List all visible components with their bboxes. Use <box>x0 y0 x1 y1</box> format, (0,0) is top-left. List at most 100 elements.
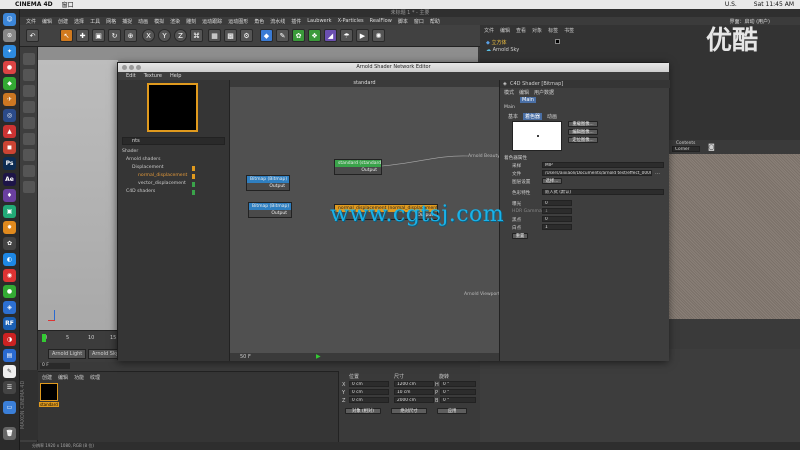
tool-icon[interactable] <box>23 165 35 177</box>
bitmap-node[interactable]: Bitmap (Bitmap) Output <box>246 175 290 191</box>
mode-tab[interactable]: 编辑 <box>519 89 529 96</box>
c4d-menu-item[interactable]: 脚本 <box>398 18 408 25</box>
obj-tab[interactable]: 书签 <box>564 27 574 34</box>
pos-y-field[interactable]: 0 cm <box>349 389 389 395</box>
app5-icon[interactable]: ▣ <box>3 205 16 218</box>
safari-icon[interactable]: ✦ <box>3 45 16 58</box>
scale-icon[interactable]: ▣ <box>92 29 105 42</box>
launchpad-icon[interactable]: ⊙ <box>3 29 16 42</box>
bitmap-node[interactable]: Bitmap (Bitmap) Output <box>248 202 292 218</box>
hdr-gamma-field[interactable]: 1 <box>542 208 572 214</box>
nurbs-icon[interactable]: ✿ <box>292 29 305 42</box>
c4d-menu-item[interactable]: 帮助 <box>430 18 440 25</box>
frame-field[interactable]: 0 F <box>40 363 70 369</box>
obj-tab[interactable]: 查看 <box>516 27 526 34</box>
size-mode-select[interactable]: 绝对尺寸 <box>391 408 427 414</box>
pos-x-field[interactable]: 0 cm <box>349 381 389 387</box>
bitmap-preview[interactable] <box>512 121 562 151</box>
edit-image-button[interactable]: 编辑图像... <box>568 129 598 135</box>
app6-icon[interactable]: ✸ <box>3 221 16 234</box>
tool-icon[interactable] <box>23 85 35 97</box>
standard-node[interactable]: standard (standard) Output <box>334 159 382 175</box>
recent-icon[interactable]: ⊕ <box>124 29 137 42</box>
c4d-menu-item[interactable]: 创建 <box>58 18 68 25</box>
c4d-menu-item[interactable]: 网格 <box>106 18 116 25</box>
ai-app-icon[interactable]: ✈ <box>3 93 16 106</box>
photoshop-icon[interactable]: Ps <box>3 157 16 170</box>
aftereffects-icon[interactable]: Ae <box>3 173 16 186</box>
pos-z-field[interactable]: 0 cm <box>349 397 389 403</box>
c4d-menu-item[interactable]: 工具 <box>90 18 100 25</box>
sub-tab[interactable]: 基本 <box>506 113 520 120</box>
folder-icon[interactable]: ▭ <box>3 401 16 414</box>
coord-system-icon[interactable]: ⌘ <box>190 29 203 42</box>
tool-icon[interactable] <box>23 69 35 81</box>
rot-p-field[interactable]: 0 ° <box>440 389 476 395</box>
clock[interactable]: Sat 11:45 AM <box>754 1 794 8</box>
c4d-menu-item[interactable]: 捕捉 <box>122 18 132 25</box>
coord-mode-select[interactable]: 对象 (相对) <box>345 408 381 414</box>
obj-tab[interactable]: 编辑 <box>500 27 510 34</box>
input-source[interactable]: U.S. <box>725 1 737 8</box>
browse-icon[interactable]: … <box>655 170 660 176</box>
camera-icon[interactable]: ▶ <box>356 29 369 42</box>
c4d-menu-item[interactable]: 模拟 <box>154 18 164 25</box>
reload-image-button[interactable]: 重载图像... <box>568 121 598 127</box>
app-icon[interactable]: ◆ <box>3 77 16 90</box>
mat-tab[interactable]: 创建 <box>42 374 52 381</box>
c4d-menu-item[interactable]: RealFlow <box>370 18 392 24</box>
size-x-field[interactable]: 1200 cm <box>394 381 434 387</box>
array-icon[interactable]: ❖ <box>308 29 321 42</box>
main-tab[interactable]: Main <box>520 97 536 103</box>
camera-icon[interactable]: ◙ <box>708 143 715 151</box>
file-path-field[interactable]: /Users/aixiaoli/Documents/arnold test/ef… <box>542 170 652 176</box>
scene-icon[interactable]: ☂ <box>340 29 353 42</box>
c4d-menu-item[interactable]: 选择 <box>74 18 84 25</box>
app14-icon[interactable]: ✎ <box>3 365 16 378</box>
app-menu[interactable]: CINEMA 4D <box>15 1 53 8</box>
render-view-icon[interactable]: ▦ <box>208 29 221 42</box>
mat-tab[interactable]: 纹理 <box>90 374 100 381</box>
arnold-light-button[interactable]: Arnold Light <box>48 349 87 359</box>
render-picture-icon[interactable]: ▩ <box>224 29 237 42</box>
c4d-menu-item[interactable]: 渲染 <box>170 18 180 25</box>
tool-icon[interactable] <box>23 149 35 161</box>
c4d-menu-item[interactable]: X-Particles <box>338 18 364 24</box>
select-icon[interactable]: ↖ <box>60 29 73 42</box>
c4d-menu-item[interactable]: 流水线 <box>270 18 285 25</box>
c4d-menu-item[interactable]: 运动图形 <box>228 18 248 25</box>
reset-button[interactable]: 重置 <box>512 233 528 239</box>
obj-tab[interactable]: 文件 <box>484 27 494 34</box>
play-icon[interactable]: ▶ <box>316 353 321 360</box>
app9-icon[interactable]: ◉ <box>3 269 16 282</box>
trash-icon[interactable]: 🗑 <box>3 427 16 440</box>
locate-image-button[interactable]: 定位图像... <box>568 137 598 143</box>
c4d-menu-item[interactable]: 窗口 <box>414 18 424 25</box>
tool-icon[interactable] <box>23 181 35 193</box>
app12-icon[interactable]: ◑ <box>3 333 16 346</box>
chrome-icon[interactable]: ● <box>3 61 16 74</box>
cube-icon[interactable]: ◆ <box>260 29 273 42</box>
app7-icon[interactable]: ✿ <box>3 237 16 250</box>
size-z-field[interactable]: 2000 cm <box>394 397 434 403</box>
obj-tab[interactable]: 标签 <box>548 27 558 34</box>
c4d-icon[interactable]: ◎ <box>3 109 16 122</box>
size-y-field[interactable]: 10 cm <box>394 389 434 395</box>
app2-icon[interactable]: ▲ <box>3 125 16 138</box>
rotate-icon[interactable]: ↻ <box>108 29 121 42</box>
undo-icon[interactable]: ↶ <box>26 29 39 42</box>
viewport-mode-select[interactable]: Corner <box>672 146 700 152</box>
light-icon[interactable]: ✺ <box>372 29 385 42</box>
exposure-field[interactable]: 0 <box>542 200 572 206</box>
x-axis-icon[interactable]: X <box>142 29 155 42</box>
object-row[interactable]: ◆ 立方体 <box>486 39 506 46</box>
sub-tab-active[interactable]: 着色器 <box>523 113 543 120</box>
mode-tab[interactable]: 用户数据 <box>534 89 554 96</box>
material-swatch[interactable] <box>40 383 58 401</box>
mat-tab[interactable]: 编辑 <box>58 374 68 381</box>
sampling-select[interactable]: MIP <box>542 162 664 168</box>
finder-icon[interactable]: ☺ <box>3 13 16 26</box>
app8-icon[interactable]: ◐ <box>3 253 16 266</box>
node-output[interactable]: Output <box>335 167 381 174</box>
c4d-menu-item[interactable]: 运动跟踪 <box>202 18 222 25</box>
